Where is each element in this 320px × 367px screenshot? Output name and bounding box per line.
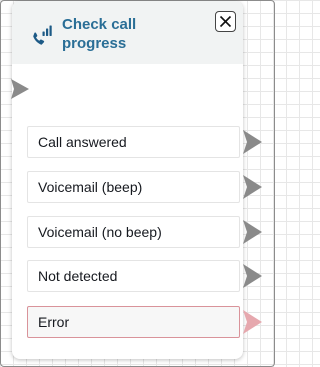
block-title: Check call progress	[62, 16, 137, 52]
input-connector-icon[interactable]	[9, 78, 31, 100]
branch-connector-icon[interactable]	[242, 219, 264, 245]
branch-voicemail-beep[interactable]: Voicemail (beep)	[27, 171, 240, 203]
branch-connector-icon[interactable]	[242, 174, 264, 200]
close-icon	[219, 15, 232, 28]
branch-not-detected[interactable]: Not detected	[27, 260, 240, 292]
close-button[interactable]	[215, 11, 236, 32]
phone-signal-icon	[30, 23, 54, 47]
branch-call-answered[interactable]: Call answered	[27, 126, 240, 158]
branch-connector-icon[interactable]	[242, 129, 264, 155]
block-header[interactable]: Check call progress	[12, 1, 243, 64]
error-connector-icon[interactable]	[242, 309, 264, 335]
branch-error[interactable]: Error	[27, 306, 240, 338]
branch-connector-icon[interactable]	[242, 263, 264, 289]
branch-voicemail-no-beep[interactable]: Voicemail (no beep)	[27, 216, 240, 248]
